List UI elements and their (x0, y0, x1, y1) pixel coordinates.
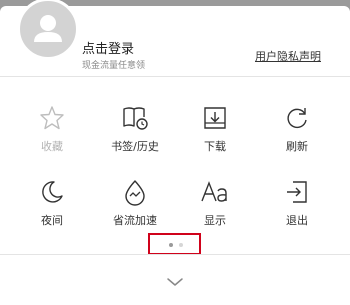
menu-item-data-saver[interactable]: 省流加速 (105, 178, 165, 238)
menu-item-favorite[interactable]: 收藏 (22, 104, 82, 164)
menu-item-display[interactable]: 显示 (185, 178, 245, 238)
menu-item-bookmarks-history[interactable]: 书签/历史 (105, 104, 165, 164)
menu-item-label: 刷新 (286, 140, 308, 153)
star-icon (40, 106, 64, 130)
exit-icon (287, 181, 307, 203)
data-saver-icon (125, 180, 145, 206)
divider (0, 254, 350, 255)
menu-item-label: 退出 (286, 214, 308, 227)
login-title[interactable]: 点击登录 (82, 38, 134, 57)
page-indicator[interactable] (148, 233, 201, 255)
menu-item-exit[interactable]: 退出 (267, 178, 327, 238)
font-size-icon (201, 181, 227, 202)
menu-item-refresh[interactable]: 刷新 (267, 104, 327, 164)
avatar[interactable] (17, 0, 79, 60)
menu-item-label: 显示 (204, 214, 226, 227)
book-clock-icon (123, 107, 148, 130)
divider (0, 76, 350, 77)
download-tray-icon (204, 107, 226, 129)
menu-item-label: 省流加速 (113, 214, 157, 227)
page-dot-active (169, 243, 173, 247)
login-subtitle: 现金流量任意领 (82, 61, 146, 71)
menu-item-download[interactable]: 下载 (185, 104, 245, 164)
menu-item-label: 夜间 (41, 214, 63, 227)
user-silhouette-icon (34, 15, 62, 42)
menu-item-label: 下载 (204, 140, 226, 153)
chevron-down-icon[interactable] (165, 276, 185, 288)
refresh-icon (287, 108, 307, 129)
page-dot-inactive (179, 243, 183, 247)
menu-item-label: 书签/历史 (111, 140, 159, 153)
menu-item-night-mode[interactable]: 夜间 (22, 178, 82, 238)
menu-item-label: 收藏 (41, 140, 63, 153)
moon-icon (42, 181, 63, 203)
privacy-statement-link[interactable]: 用户隐私声明 (255, 48, 321, 64)
